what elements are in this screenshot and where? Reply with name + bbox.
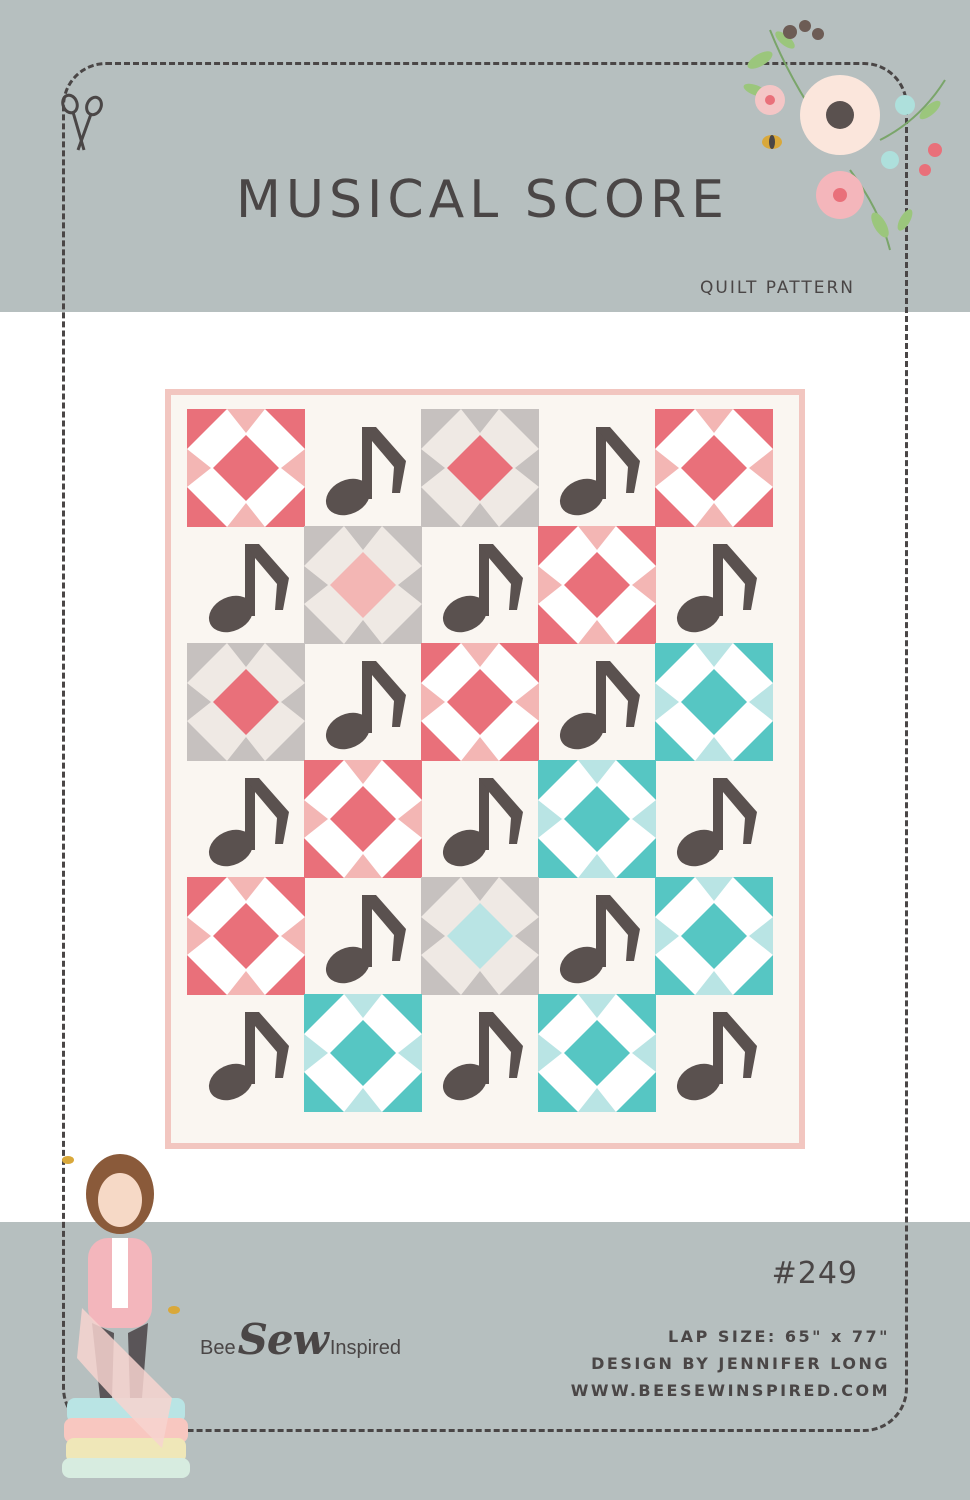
star-block (655, 643, 773, 761)
star-block (421, 409, 539, 527)
designer-text: DESIGN BY JENNIFER LONG (591, 1354, 890, 1373)
size-text: LAP SIZE: 65" x 77" (667, 1327, 890, 1346)
star-block (538, 760, 656, 878)
star-block (304, 994, 422, 1112)
pattern-title: MUSICAL SCORE (236, 170, 729, 230)
star-block (655, 409, 773, 527)
star-block (538, 526, 656, 644)
star-block (187, 643, 305, 761)
star-block (187, 409, 305, 527)
scissors-icon (61, 93, 103, 151)
star-block (187, 877, 305, 995)
star-block (304, 760, 422, 878)
brand-word-bee: Bee (200, 1337, 236, 1359)
brand-word-sew: Sew (237, 1315, 329, 1364)
star-block (538, 994, 656, 1112)
pattern-number: #249 (771, 1256, 858, 1291)
star-block (655, 877, 773, 995)
star-block (304, 526, 422, 644)
brand-logo: BeeSew Inspired (200, 1315, 401, 1364)
website-text: WWW.BEESEWINSPIRED.COM (570, 1381, 890, 1400)
sewing-lady-illustration (62, 1154, 190, 1478)
star-block (421, 877, 539, 995)
pattern-subtitle: QUILT PATTERN (700, 278, 855, 298)
quilt-illustration (165, 389, 805, 1149)
star-block (421, 643, 539, 761)
pattern-info: LAP SIZE: 65" x 77" DESIGN BY JENNIFER L… (571, 1323, 890, 1404)
brand-word-inspired: Inspired (329, 1337, 401, 1359)
